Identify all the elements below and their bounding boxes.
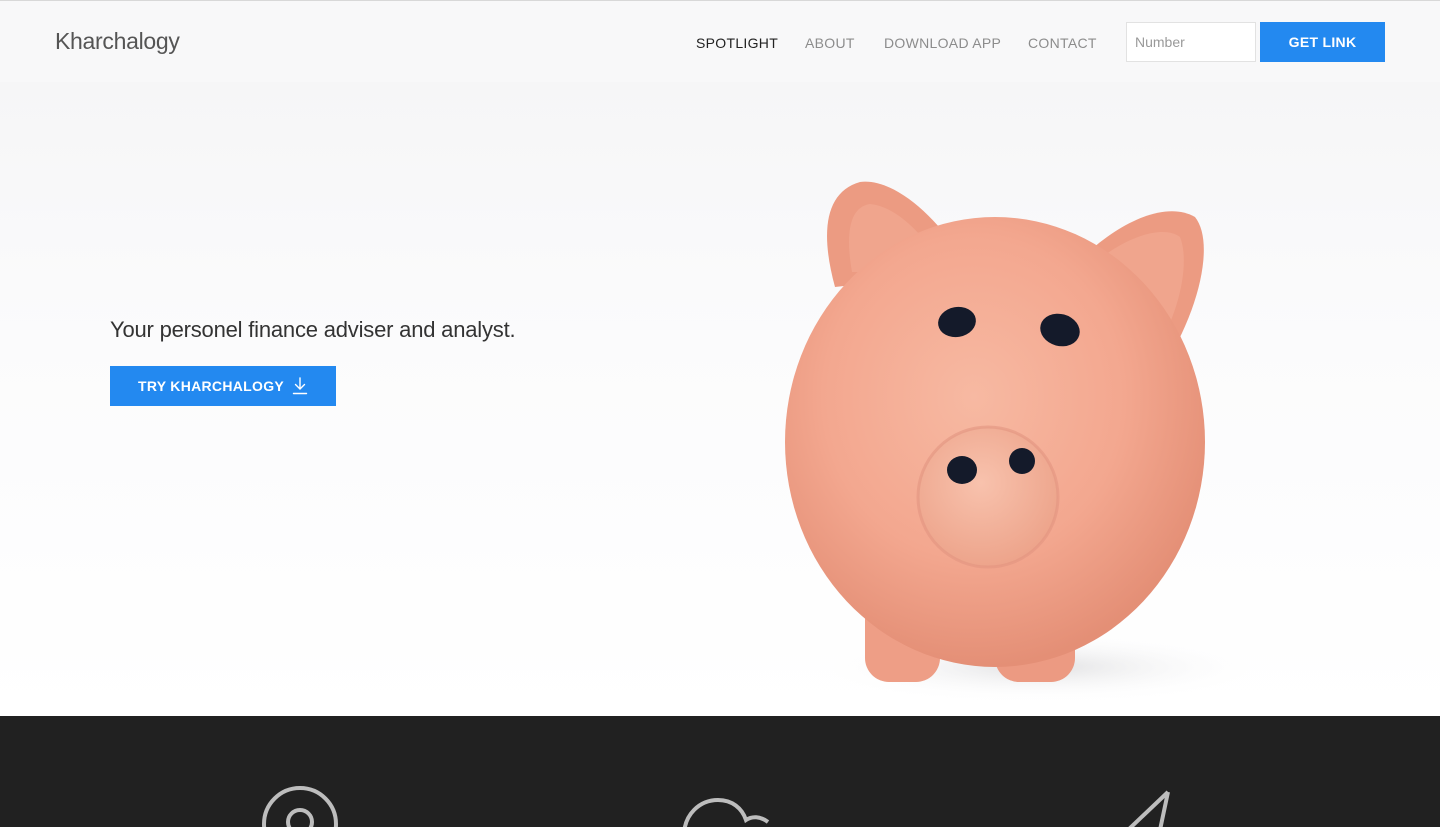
hero-section: Your personel finance adviser and analys…: [0, 82, 1440, 716]
nav-spotlight[interactable]: SPOTLIGHT: [696, 35, 778, 51]
nav-contact[interactable]: CONTACT: [1028, 35, 1097, 51]
features-section: [0, 716, 1440, 827]
cloud-icon: [682, 797, 770, 827]
try-kharchalogy-button[interactable]: TRY KHARCHALOGY: [110, 366, 336, 406]
nav-about[interactable]: ABOUT: [805, 35, 855, 51]
paper-plane-icon: [1128, 790, 1170, 827]
page: Kharchalogy SPOTLIGHT ABOUT DOWNLOAD APP…: [0, 0, 1440, 827]
get-link-button[interactable]: GET LINK: [1260, 22, 1385, 62]
top-navbar: Kharchalogy SPOTLIGHT ABOUT DOWNLOAD APP…: [0, 0, 1440, 82]
hero-tagline: Your personel finance adviser and analys…: [110, 317, 516, 342]
download-arrow-icon: [292, 377, 308, 395]
phone-number-input[interactable]: [1126, 22, 1256, 62]
try-button-label: TRY KHARCHALOGY: [137, 378, 285, 394]
piggy-bank-image: [785, 181, 1260, 702]
nav-download-app[interactable]: DOWNLOAD APP: [884, 35, 1001, 51]
location-pin-icon: [262, 786, 338, 827]
